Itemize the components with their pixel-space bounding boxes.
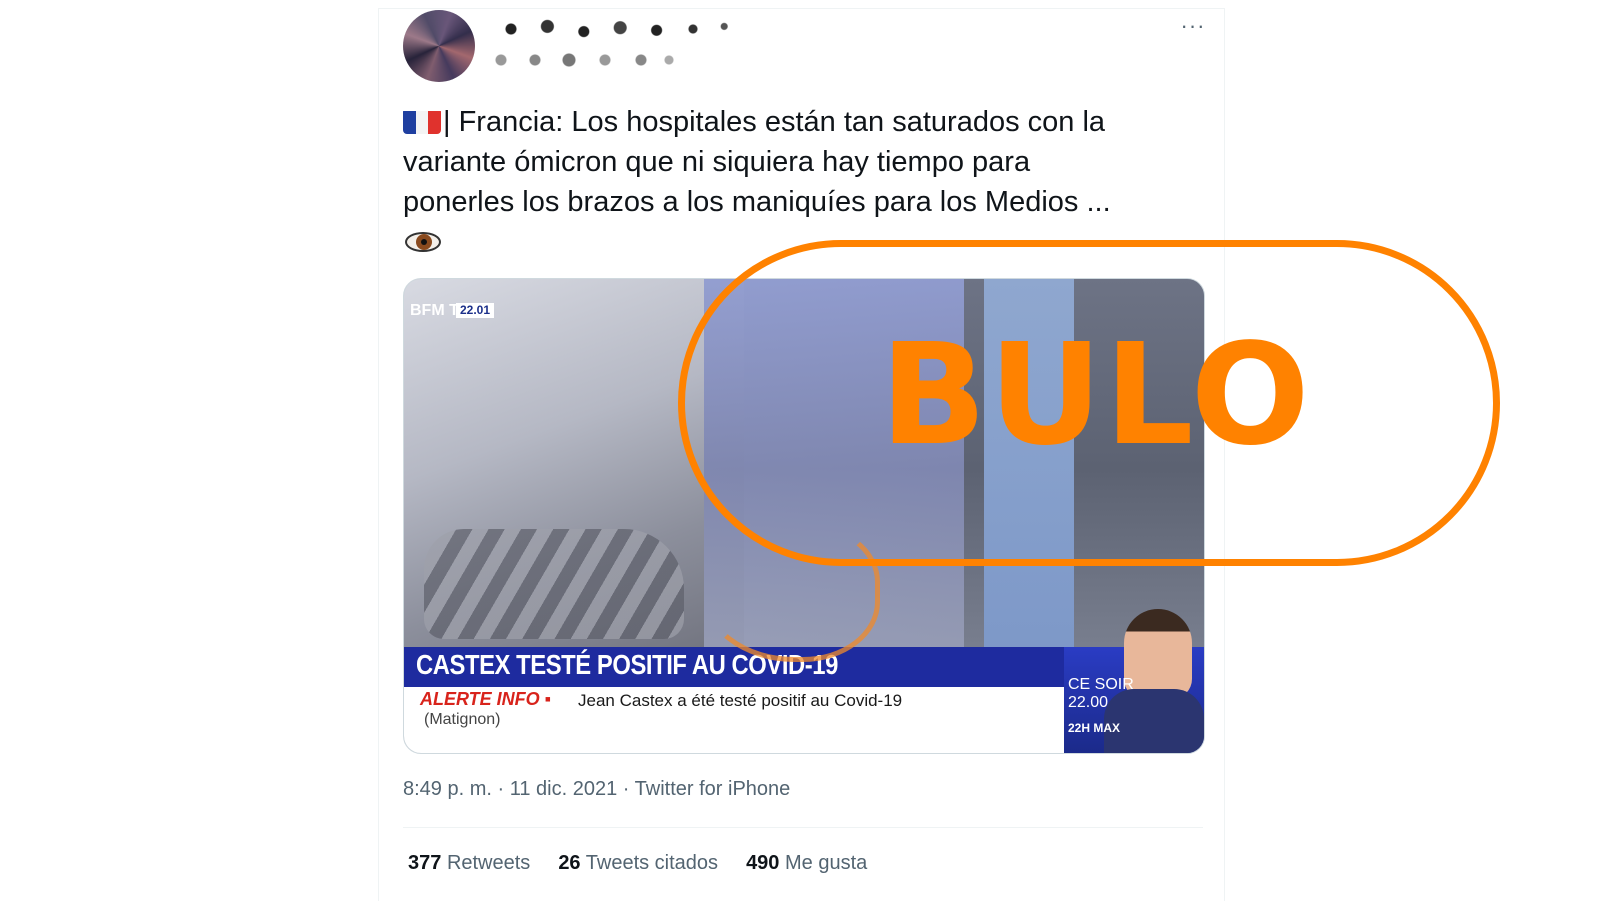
quotes-count: 26 — [558, 852, 581, 874]
retweets-count: 377 — [408, 852, 442, 874]
presenter-head — [1124, 609, 1192, 699]
likes-label: Me gusta — [785, 852, 868, 874]
meta-separator: · — [497, 778, 505, 800]
more-options-icon[interactable]: ··· — [1178, 15, 1208, 42]
promo-line-1: CE SOIR — [1068, 676, 1134, 693]
blurred-display-name[interactable] — [485, 16, 745, 42]
france-flag-icon — [403, 108, 441, 134]
tweet-text-line-2: variante ómicron que ni siquiera hay tie… — [403, 146, 1031, 178]
alert-label: ALERTE INFO ▪ — [420, 689, 552, 709]
likes-stat[interactable]: 490 Me gusta — [746, 852, 867, 875]
eye-icon — [403, 229, 443, 255]
divider — [403, 827, 1203, 828]
bulo-stamp-label: BULO — [880, 314, 1312, 477]
retweets-label: Retweets — [446, 852, 531, 874]
promo-line-2: 22.00 — [1068, 694, 1109, 711]
alert-text: Jean Castex a été testé positif au Covid… — [578, 691, 903, 710]
quotes-stat[interactable]: 26 Tweets citados — [558, 852, 718, 875]
tweet-source[interactable]: Twitter for iPhone — [635, 778, 791, 800]
image-region-blanket — [424, 529, 684, 639]
tweet-time[interactable]: 8:49 p. m. — [403, 778, 492, 800]
likes-count: 490 — [746, 852, 780, 874]
tweet-text-line-3: ponerles los brazos a los maniquíes para… — [403, 186, 1111, 218]
promo-text: CE SOIR 22.00 — [1068, 676, 1134, 712]
tweet-text: | Francia: Los hospitales están tan satu… — [403, 102, 1203, 262]
channel-time: 22.01 — [456, 303, 495, 318]
channel-logo: BFM TV. 22.01 — [410, 303, 505, 343]
alert-source: (Matignon) — [424, 711, 501, 728]
engagement-stats: 377 Retweets 26 Tweets citados 490 Me gu… — [408, 852, 867, 875]
tweet-date[interactable]: 11 dic. 2021 — [510, 778, 618, 800]
retweets-stat[interactable]: 377 Retweets — [408, 852, 530, 875]
tweet-text-line-1: | Francia: Los hospitales están tan satu… — [443, 106, 1106, 138]
quotes-label: Tweets citados — [585, 852, 719, 874]
tweet-meta: 8:49 p. m. · 11 dic. 2021 · Twitter for … — [403, 778, 790, 801]
avatar[interactable] — [403, 10, 475, 82]
blurred-username[interactable] — [485, 48, 685, 72]
meta-separator: · — [622, 778, 630, 800]
promo-brand: 22H MAX — [1068, 721, 1121, 735]
